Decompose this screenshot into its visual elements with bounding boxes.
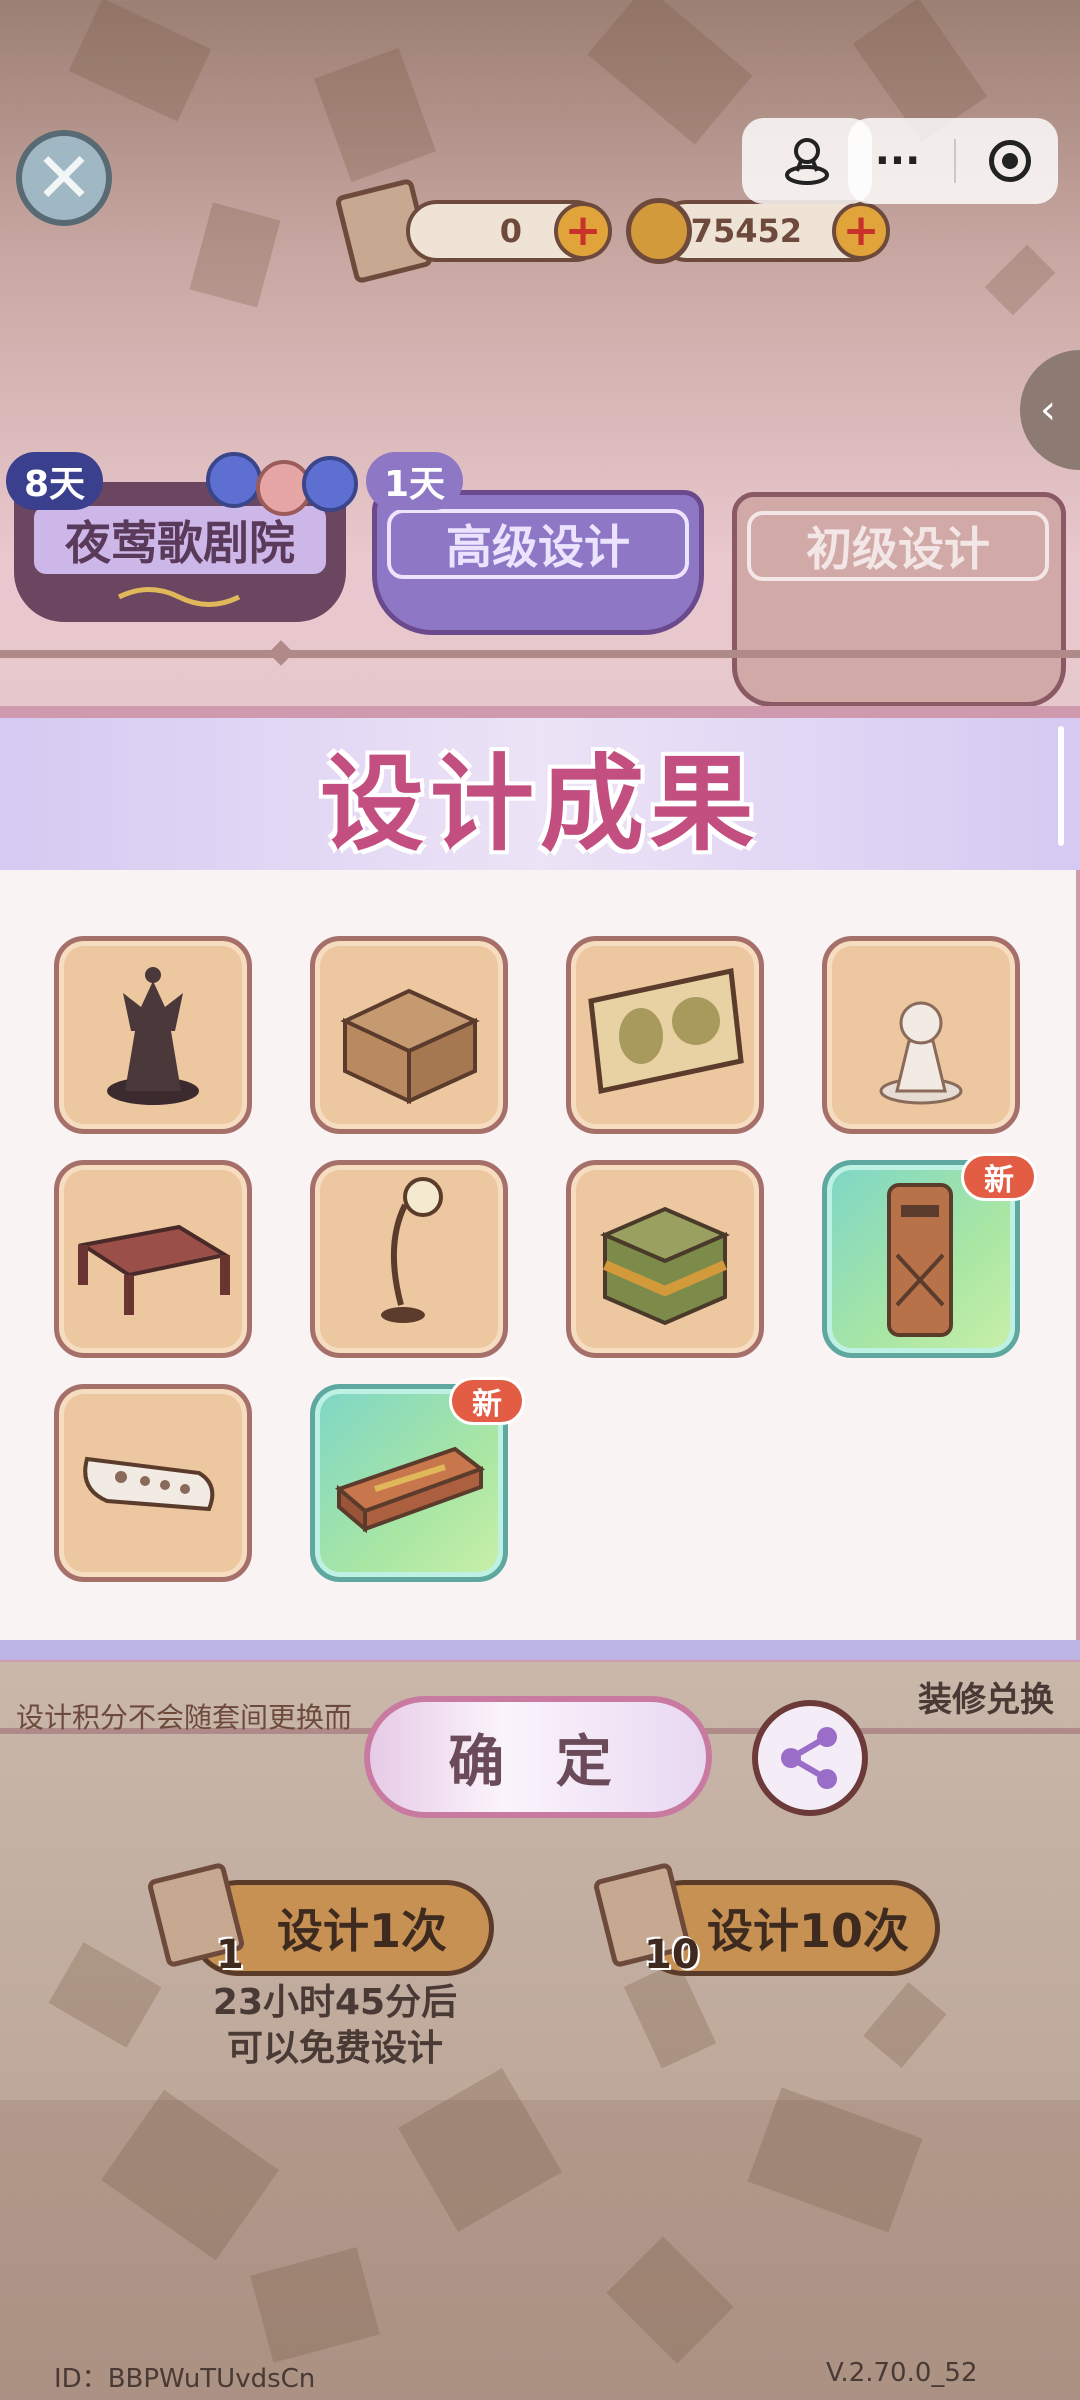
version-label: V.2.70.0_52	[826, 2358, 978, 2388]
close-button[interactable]: ✕	[16, 130, 112, 226]
item-remote-control[interactable]	[54, 1384, 252, 1582]
tab-label: 初级设计	[747, 511, 1049, 581]
item-wooden-crate[interactable]: 新	[310, 1377, 525, 1582]
close-target-icon[interactable]	[989, 140, 1032, 182]
mini-program-capsule: ···	[848, 118, 1058, 204]
modal-title: 设计成果	[319, 742, 760, 865]
capsule-divider	[953, 139, 956, 183]
joystick-icon	[785, 138, 829, 185]
new-badge: 新	[449, 1377, 525, 1425]
cardboard-box-icon	[340, 988, 480, 1105]
more-icon[interactable]: ···	[875, 138, 921, 184]
tab-label: 高级设计	[387, 509, 689, 579]
world-map-icon	[588, 967, 744, 1095]
confirm-button[interactable]: 确 定	[364, 1696, 712, 1818]
item-white-pawn[interactable]	[822, 936, 1020, 1134]
item-black-queen[interactable]	[54, 936, 252, 1134]
scrollbar[interactable]	[1058, 726, 1064, 846]
plus-icon: +	[842, 205, 880, 256]
remote-control-icon	[83, 1456, 215, 1512]
chess-pawn-icon	[879, 1001, 963, 1105]
free-design-countdown: 23小时45分后 可以免费设计	[180, 1980, 490, 2072]
chess-queen-icon	[107, 967, 199, 1105]
flower-decoration	[160, 440, 360, 520]
rail-divider	[0, 650, 1080, 658]
player-id: ID：BBPWuTUvdsCn	[54, 2364, 316, 2394]
share-button[interactable]	[752, 1700, 868, 1816]
add-scroll-button[interactable]: +	[554, 202, 612, 260]
design-once-cost: 1	[216, 1932, 244, 1978]
design-ten-cost: 10	[644, 1932, 700, 1978]
item-world-map[interactable]	[566, 936, 764, 1134]
decoration-exchange-link[interactable]: 装修兑换	[918, 1672, 1054, 1721]
close-icon: ✕	[34, 137, 94, 219]
add-coin-button[interactable]: +	[832, 202, 890, 260]
notice-text: 设计积分不会随套间更换而	[16, 1701, 353, 1734]
floor-lamp-icon	[381, 1177, 443, 1323]
coffee-table-icon	[77, 1224, 231, 1315]
ornament-icon	[117, 587, 241, 607]
item-stacked-blocks[interactable]	[566, 1160, 764, 1358]
item-mailbox[interactable]: 新	[822, 1153, 1037, 1358]
plus-icon: +	[564, 205, 602, 256]
free-countdown-line2: 可以免费设计	[226, 2028, 443, 2069]
result-items-grid: 新 新	[54, 936, 1037, 1596]
days-badge: 1天	[366, 452, 464, 510]
days-badge: 8天	[6, 452, 104, 510]
free-countdown-line1: 23小时45分后	[212, 1982, 458, 2023]
stacked-blocks-icon	[599, 1206, 731, 1326]
new-badge: 新	[961, 1153, 1037, 1201]
tab-basic-design[interactable]: 初级设计	[732, 492, 1066, 707]
item-coffee-table[interactable]	[54, 1160, 252, 1358]
tab-advanced-design[interactable]: 高级设计	[372, 490, 704, 635]
item-cardboard-box[interactable]	[310, 936, 508, 1134]
coin-icon	[626, 198, 692, 264]
item-floor-lamp[interactable]	[310, 1160, 508, 1358]
chevron-left-icon: ‹	[1040, 387, 1056, 433]
result-modal-header: 设计成果	[0, 718, 1080, 870]
modal-bottom-edge	[0, 1640, 1080, 1660]
share-icon	[781, 1727, 837, 1789]
